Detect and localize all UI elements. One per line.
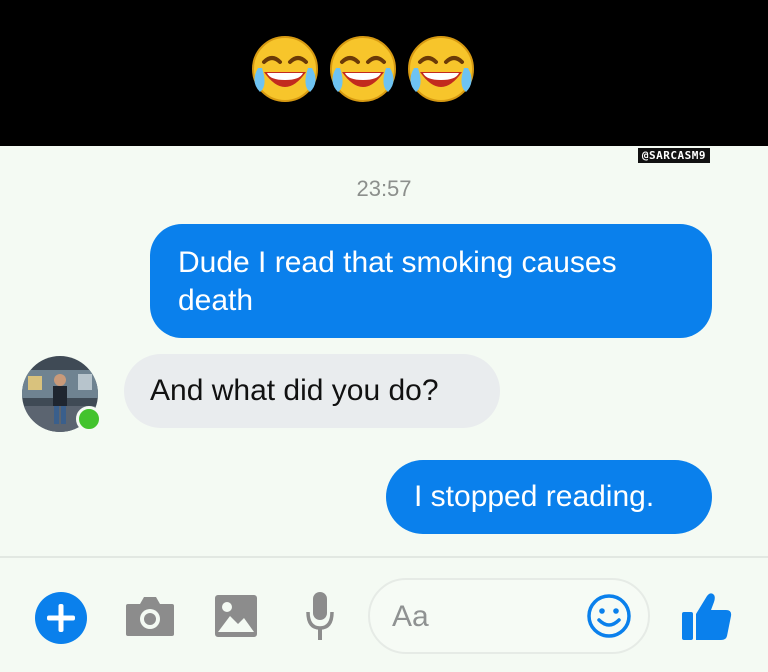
plus-icon[interactable]	[34, 591, 88, 645]
outgoing-message-bubble[interactable]: Dude I read that smoking causes death	[150, 224, 712, 338]
outgoing-message-bubble[interactable]: I stopped reading.	[386, 460, 712, 534]
watermark: @SARCASM9	[637, 148, 710, 163]
incoming-message-bubble[interactable]: And what did you do?	[124, 354, 500, 428]
meme-banner	[0, 0, 768, 146]
tears-of-joy-emoji-icon	[408, 36, 474, 102]
message-input[interactable]: Aa	[368, 578, 650, 654]
thumbs-up-icon[interactable]	[680, 590, 734, 644]
tears-of-joy-emoji-icon	[330, 36, 396, 102]
microphone-icon[interactable]	[305, 590, 335, 642]
message-input-placeholder: Aa	[392, 600, 429, 633]
online-status-dot	[76, 406, 102, 432]
tears-of-joy-emoji-icon	[252, 36, 318, 102]
image-icon[interactable]	[214, 594, 258, 638]
camera-icon[interactable]	[124, 594, 176, 638]
smiley-icon[interactable]	[586, 593, 632, 639]
emoji-row	[250, 34, 480, 106]
message-timestamp: 23:57	[356, 176, 412, 201]
